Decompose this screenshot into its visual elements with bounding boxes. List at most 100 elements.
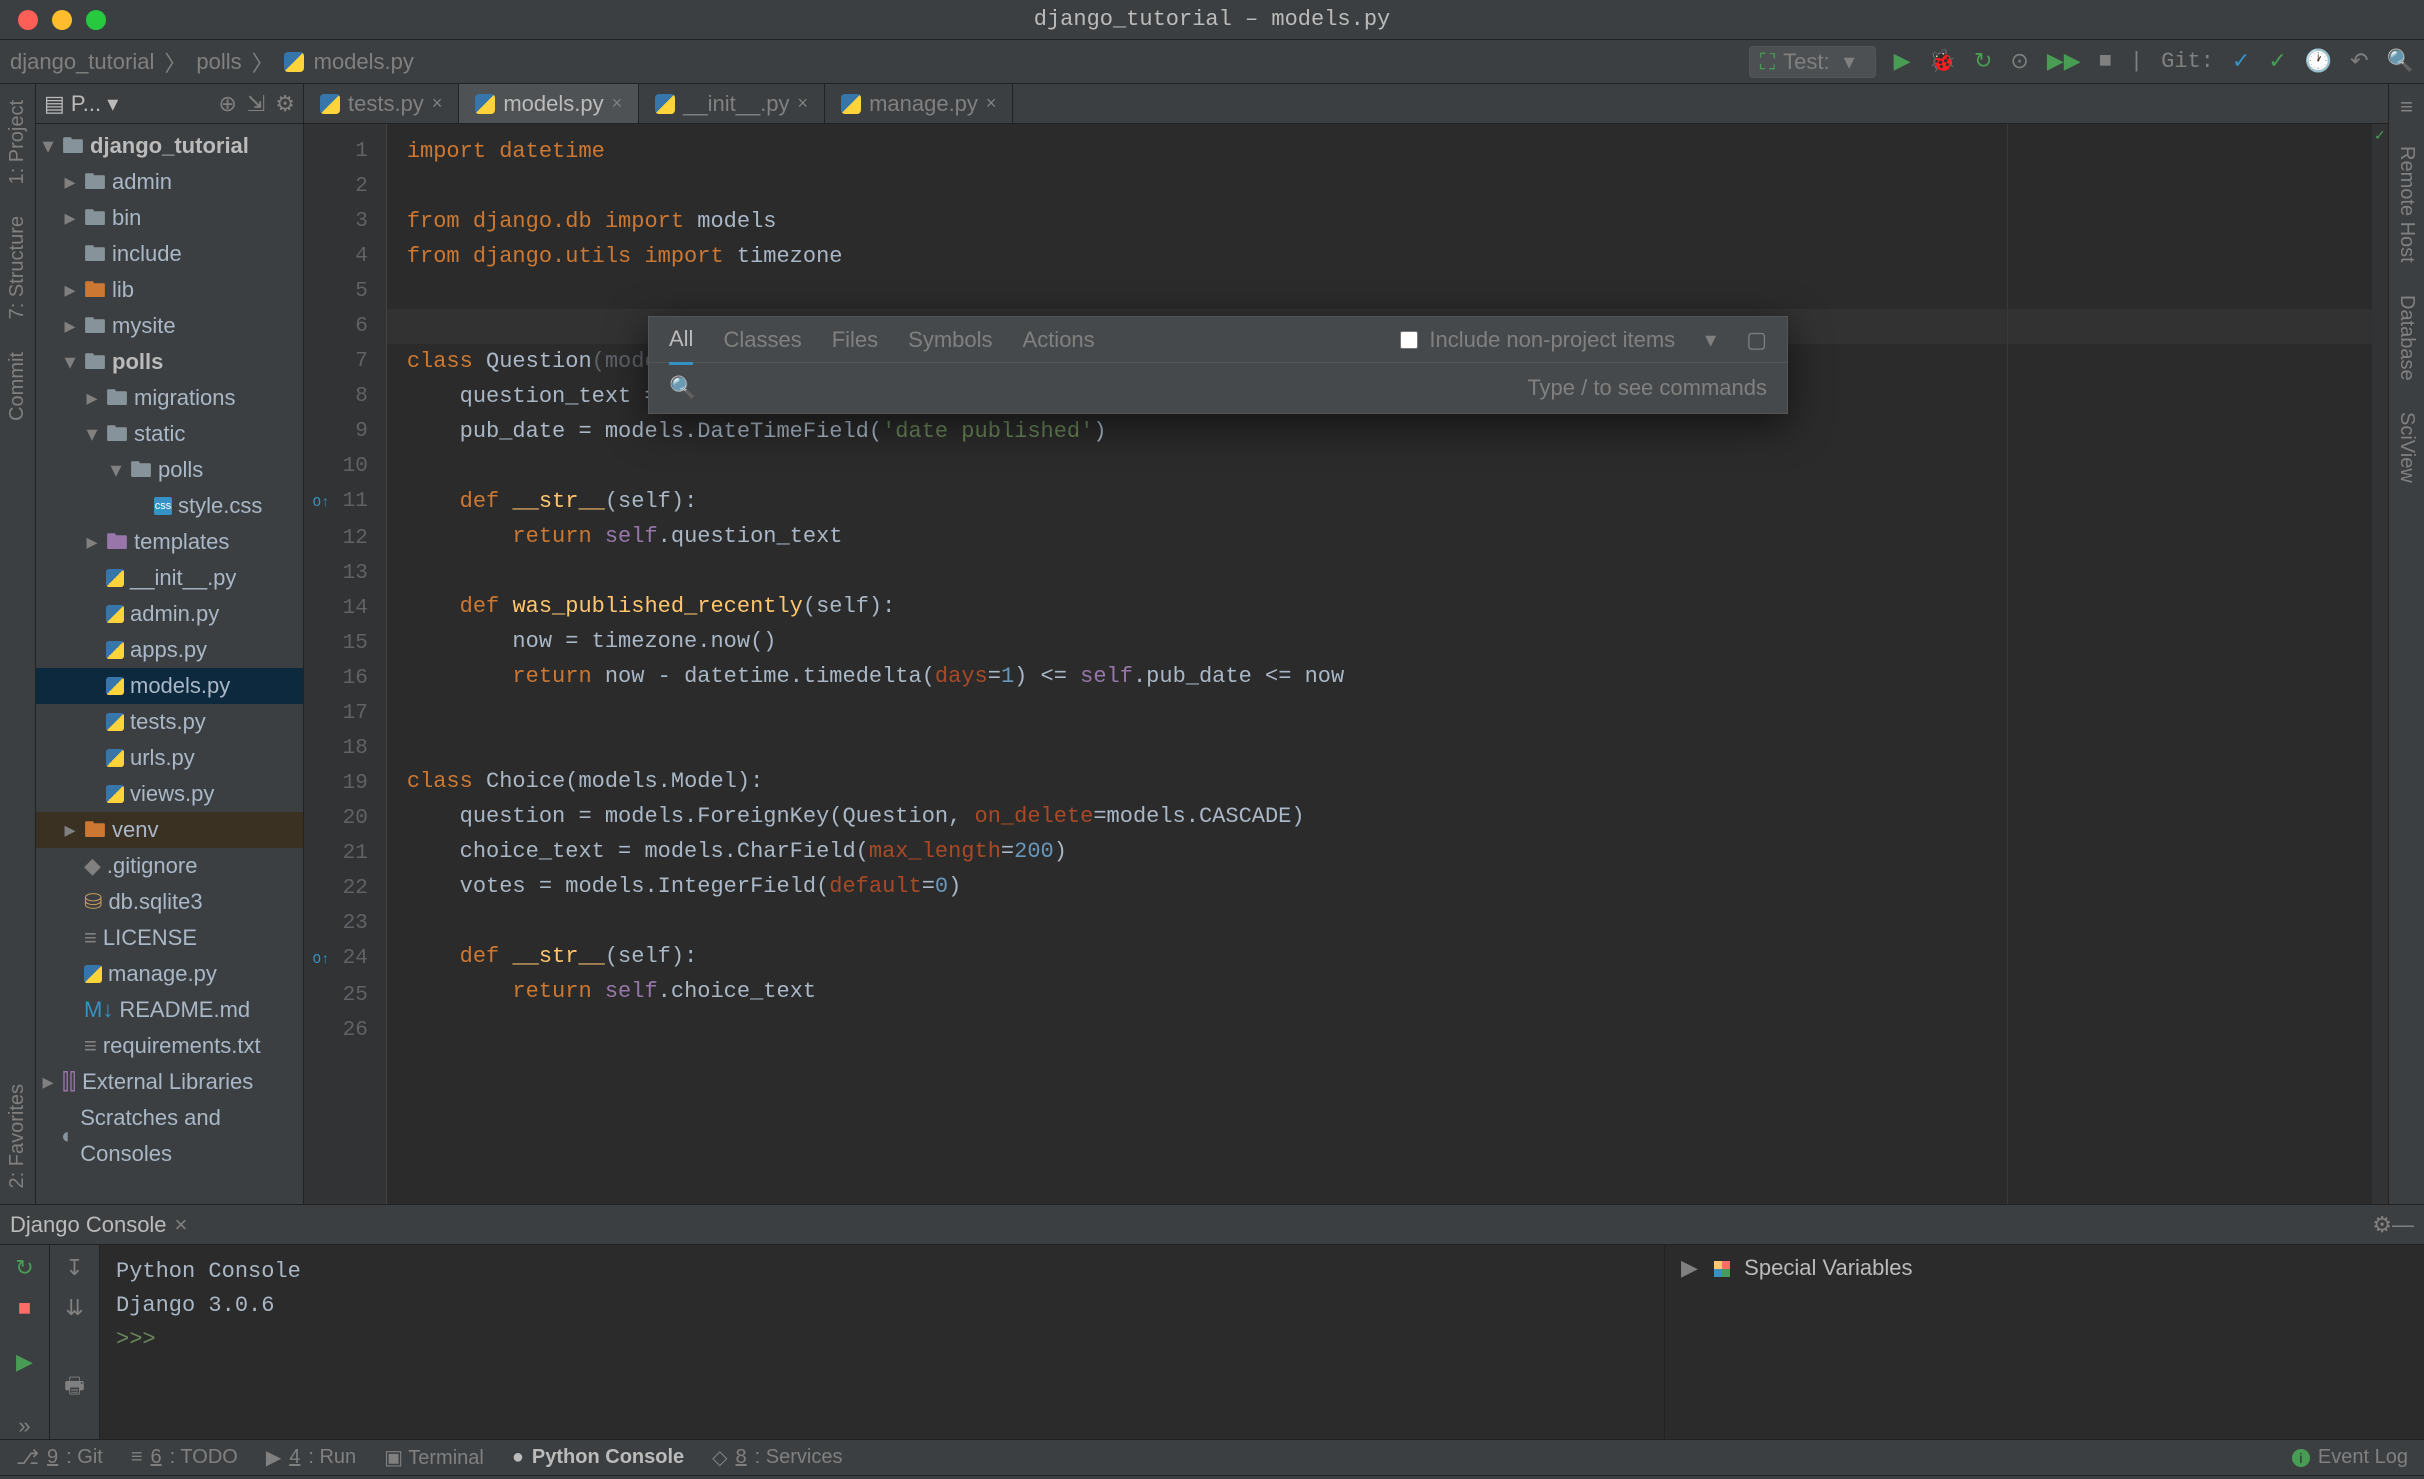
tree-arrow-icon[interactable]: ▸: [84, 380, 100, 416]
gutter-line[interactable]: 19: [312, 766, 368, 801]
editor-body[interactable]: 12345678910O↑ 11121314151617181920212223…: [304, 124, 2388, 1204]
tool-window-terminal[interactable]: ▣ Terminal: [384, 1445, 484, 1470]
editor-gutter[interactable]: 12345678910O↑ 11121314151617181920212223…: [304, 124, 387, 1204]
tool-window-git[interactable]: ⎇ 9: 9: GitGit: [16, 1445, 103, 1470]
gutter-line[interactable]: 16: [312, 661, 368, 696]
tree-node[interactable]: ▸🖿 mysite: [36, 308, 303, 344]
gutter-line[interactable]: 1: [312, 134, 368, 169]
console-output[interactable]: Python Console Django 3.0.6 >>>: [100, 1245, 1664, 1439]
tree-node[interactable]: apps.py: [36, 632, 303, 668]
tree-node[interactable]: ▸🖿 templates: [36, 524, 303, 560]
search-everywhere-popup[interactable]: All Classes Files Symbols Actions Includ…: [648, 316, 1788, 414]
tree-node[interactable]: ≡ LICENSE: [36, 920, 303, 956]
search-everywhere-button[interactable]: 🔍: [2387, 49, 2414, 75]
tree-node[interactable]: ▸⫿⫿ External Libraries: [36, 1064, 303, 1100]
tree-node[interactable]: ≡ requirements.txt: [36, 1028, 303, 1064]
target-icon[interactable]: ⊕: [218, 91, 236, 117]
editor-tab[interactable]: __init__.py×: [639, 84, 825, 123]
profile-button[interactable]: ⊙: [2010, 49, 2028, 75]
tree-arrow-icon[interactable]: ▾: [40, 128, 56, 164]
gutter-line[interactable]: 7: [312, 344, 368, 379]
tree-arrow-icon[interactable]: ▸: [62, 812, 78, 848]
tree-arrow-icon[interactable]: ▸: [62, 308, 78, 344]
tree-arrow-icon[interactable]: ▸: [84, 524, 100, 560]
git-update-button[interactable]: ✓: [2232, 49, 2250, 75]
tool-window-services[interactable]: ◇ 8: Services: [712, 1445, 842, 1470]
checkbox-input[interactable]: [1400, 331, 1418, 349]
gutter-line[interactable]: 3: [312, 204, 368, 239]
editor-tab[interactable]: models.py×: [459, 84, 639, 123]
tool-tab-project[interactable]: 1: Project: [6, 94, 29, 190]
tree-arrow-icon[interactable]: ▸: [62, 200, 78, 236]
tool-tab-database[interactable]: Database: [2395, 289, 2418, 387]
variables-panel[interactable]: ▶ Special Variables: [1664, 1245, 2424, 1439]
tool-window-todo[interactable]: ≡ 6: TODO: [131, 1446, 238, 1469]
editor-tab[interactable]: manage.py×: [825, 84, 1013, 123]
gutter-line[interactable]: 4: [312, 239, 368, 274]
gear-icon[interactable]: ⚙: [275, 91, 295, 117]
include-non-project-checkbox[interactable]: Include non-project items: [1396, 327, 1675, 353]
search-tab-symbols[interactable]: Symbols: [908, 327, 992, 353]
event-log-button[interactable]: i Event Log: [2292, 1446, 2408, 1469]
gutter-line[interactable]: 20: [312, 801, 368, 836]
breadcrumb-segment[interactable]: polls: [196, 49, 241, 75]
tree-node[interactable]: models.py: [36, 668, 303, 704]
gutter-line[interactable]: 22: [312, 871, 368, 906]
tree-node[interactable]: views.py: [36, 776, 303, 812]
error-stripe[interactable]: [2372, 124, 2388, 1204]
tree-node[interactable]: ◐ Scratches and Consoles: [36, 1100, 303, 1172]
gutter-line[interactable]: 9: [312, 414, 368, 449]
tree-node[interactable]: ▸🖿 migrations: [36, 380, 303, 416]
tree-node[interactable]: manage.py: [36, 956, 303, 992]
tree-node[interactable]: ▾🖿 polls: [36, 452, 303, 488]
gutter-line[interactable]: O↑ 11: [312, 484, 368, 521]
coverage-button[interactable]: ↻: [1974, 49, 1992, 75]
close-tab-icon[interactable]: ×: [432, 93, 443, 114]
search-tab-all[interactable]: All: [669, 326, 693, 365]
search-input[interactable]: [710, 374, 1513, 402]
rerun-button[interactable]: ↻: [15, 1255, 33, 1281]
gutter-line[interactable]: 15: [312, 626, 368, 661]
tree-arrow-icon[interactable]: ▾: [84, 416, 100, 452]
tool-tab-commit[interactable]: Commit: [6, 346, 29, 427]
override-icon[interactable]: O↑: [312, 486, 330, 521]
git-rollback-button[interactable]: ↶: [2350, 49, 2368, 75]
breadcrumb-segment[interactable]: django_tutorial: [10, 49, 154, 75]
close-icon[interactable]: ×: [175, 1212, 188, 1238]
tree-node[interactable]: ▸🖿 venv: [36, 812, 303, 848]
search-tab-actions[interactable]: Actions: [1023, 327, 1095, 353]
expand-icon[interactable]: »: [18, 1413, 30, 1439]
tree-node[interactable]: ▾🖿 polls: [36, 344, 303, 380]
gutter-line[interactable]: 12: [312, 521, 368, 556]
tool-tab-structure[interactable]: 7: Structure: [6, 210, 29, 325]
run-configuration-selector[interactable]: ⛶ Test:: [1749, 46, 1876, 78]
hide-icon[interactable]: —: [2392, 1212, 2414, 1238]
tree-node[interactable]: __init__.py: [36, 560, 303, 596]
tool-window-run[interactable]: ▶ 4: Run: [266, 1445, 356, 1470]
override-icon[interactable]: O↑: [312, 943, 330, 978]
run-button[interactable]: ▶: [1894, 49, 1911, 75]
tree-node[interactable]: ▾🖿 static: [36, 416, 303, 452]
tree-node[interactable]: 🖿 include: [36, 236, 303, 272]
tree-arrow-icon[interactable]: ▸: [62, 272, 78, 308]
close-tab-icon[interactable]: ×: [798, 93, 809, 114]
filter-icon[interactable]: ▾: [1705, 327, 1716, 353]
stop-button[interactable]: ■: [18, 1295, 31, 1321]
close-tab-icon[interactable]: ×: [612, 93, 623, 114]
git-history-button[interactable]: 🕐: [2305, 49, 2332, 75]
tree-node[interactable]: ▸🖿 admin: [36, 164, 303, 200]
project-tree[interactable]: ▾🖿 django_tutorial▸🖿 admin▸🖿 bin 🖿 inclu…: [36, 124, 303, 1176]
print-button[interactable]: 🖶: [64, 1369, 85, 1407]
soft-wrap-button[interactable]: ↧: [65, 1255, 83, 1281]
stop-button[interactable]: ■: [2099, 49, 2112, 74]
gutter-line[interactable]: 17: [312, 696, 368, 731]
debug-button[interactable]: 🐞: [1929, 49, 1956, 75]
editor-tab[interactable]: tests.py×: [304, 84, 459, 123]
gutter-line[interactable]: 14: [312, 591, 368, 626]
tree-node[interactable]: M↓ README.md: [36, 992, 303, 1028]
tree-arrow-icon[interactable]: ▸: [40, 1064, 56, 1100]
tool-window-python-console[interactable]: ● Python Console: [512, 1446, 684, 1469]
tree-arrow-icon[interactable]: ▸: [62, 164, 78, 200]
tree-node[interactable]: ⛁ db.sqlite3: [36, 884, 303, 920]
gutter-line[interactable]: 6: [312, 309, 368, 344]
